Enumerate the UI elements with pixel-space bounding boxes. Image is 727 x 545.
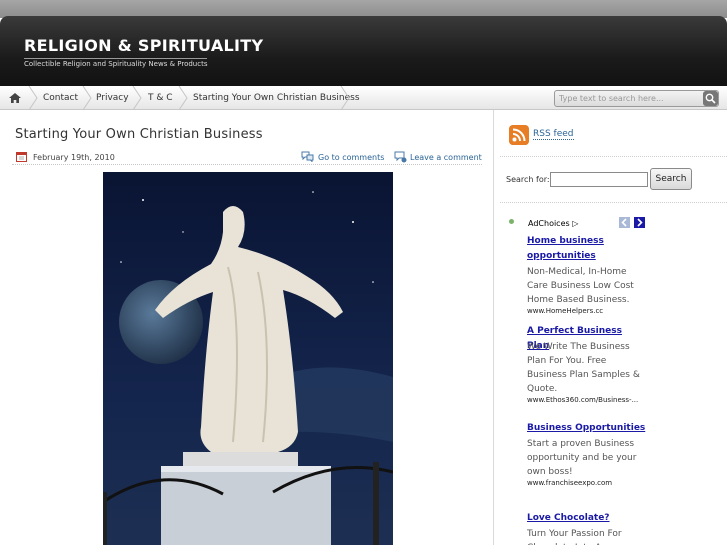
sidebar-rule xyxy=(500,202,727,203)
ad-description: We Write The Business Plan For You. Free… xyxy=(527,342,640,394)
ad-title[interactable]: Business Opportunities xyxy=(527,421,647,436)
nav-contact[interactable]: Contact xyxy=(43,86,78,110)
site-tagline: Collectible Religion and Spirituality Ne… xyxy=(24,58,208,68)
sidebar-rule xyxy=(500,156,727,157)
comments-icon xyxy=(301,151,314,162)
header-search-input[interactable]: Type text to search here... xyxy=(554,90,719,107)
nav-terms[interactable]: T & C xyxy=(148,86,173,110)
sidebar-divider xyxy=(493,110,494,545)
ad-url[interactable]: www.HomeHelpers.cc xyxy=(527,307,647,315)
post-image xyxy=(103,172,393,545)
rss-feed-link[interactable]: RSS feed xyxy=(533,129,574,140)
adchoices-icon: ▷ xyxy=(572,219,579,228)
post-title[interactable]: Starting Your Own Christian Business xyxy=(15,127,263,142)
site-title[interactable]: RELIGION & SPIRITUALITY xyxy=(24,36,263,55)
adchoices-label[interactable]: AdChoices ▷ xyxy=(528,219,578,228)
home-icon[interactable] xyxy=(8,91,22,105)
ad-next-icon[interactable] xyxy=(634,217,645,228)
leave-comment-link[interactable]: Leave a comment xyxy=(410,153,482,162)
post-date: February 19th, 2010 xyxy=(33,153,115,162)
ad-description: Non-Medical, In-Home Care Business Low C… xyxy=(527,267,634,305)
nav-current-page[interactable]: Starting Your Own Christian Business xyxy=(193,86,360,110)
list-bullet xyxy=(509,219,514,224)
ad-box: AdChoices ▷ Home business opportunities … xyxy=(522,216,648,545)
adchoices-text: AdChoices xyxy=(528,219,570,228)
ad-title[interactable]: Home business opportunities xyxy=(527,234,647,264)
sidebar-search-button[interactable]: Search xyxy=(650,168,692,190)
rss-icon[interactable] xyxy=(509,125,529,145)
nav-separator xyxy=(132,86,142,110)
search-label: Search for: xyxy=(506,175,550,184)
sidebar-search-input[interactable] xyxy=(550,172,648,187)
nav-separator xyxy=(28,86,38,110)
comment-add-icon xyxy=(394,151,407,163)
site-header: RELIGION & SPIRITUALITY Collectible Reli… xyxy=(0,16,727,86)
go-to-comments-link[interactable]: Go to comments xyxy=(318,153,384,162)
ad-url[interactable]: www.franchiseexpo.com xyxy=(527,479,647,487)
ad-description: Start a proven Business opportunity and … xyxy=(527,439,637,477)
ad-title[interactable]: Love Chocolate? xyxy=(527,511,647,526)
nav-separator xyxy=(82,86,92,110)
nav-separator xyxy=(178,86,188,110)
ad-description: Turn Your Passion For Chocolate Into A P… xyxy=(527,529,622,545)
ad-url[interactable]: www.Ethos360.com/Business-... xyxy=(527,396,647,404)
nav-separator xyxy=(340,86,350,110)
calendar-icon xyxy=(16,152,27,162)
nav-privacy[interactable]: Privacy xyxy=(96,86,129,110)
ad-prev-icon[interactable] xyxy=(619,217,630,228)
search-icon[interactable] xyxy=(703,91,718,106)
